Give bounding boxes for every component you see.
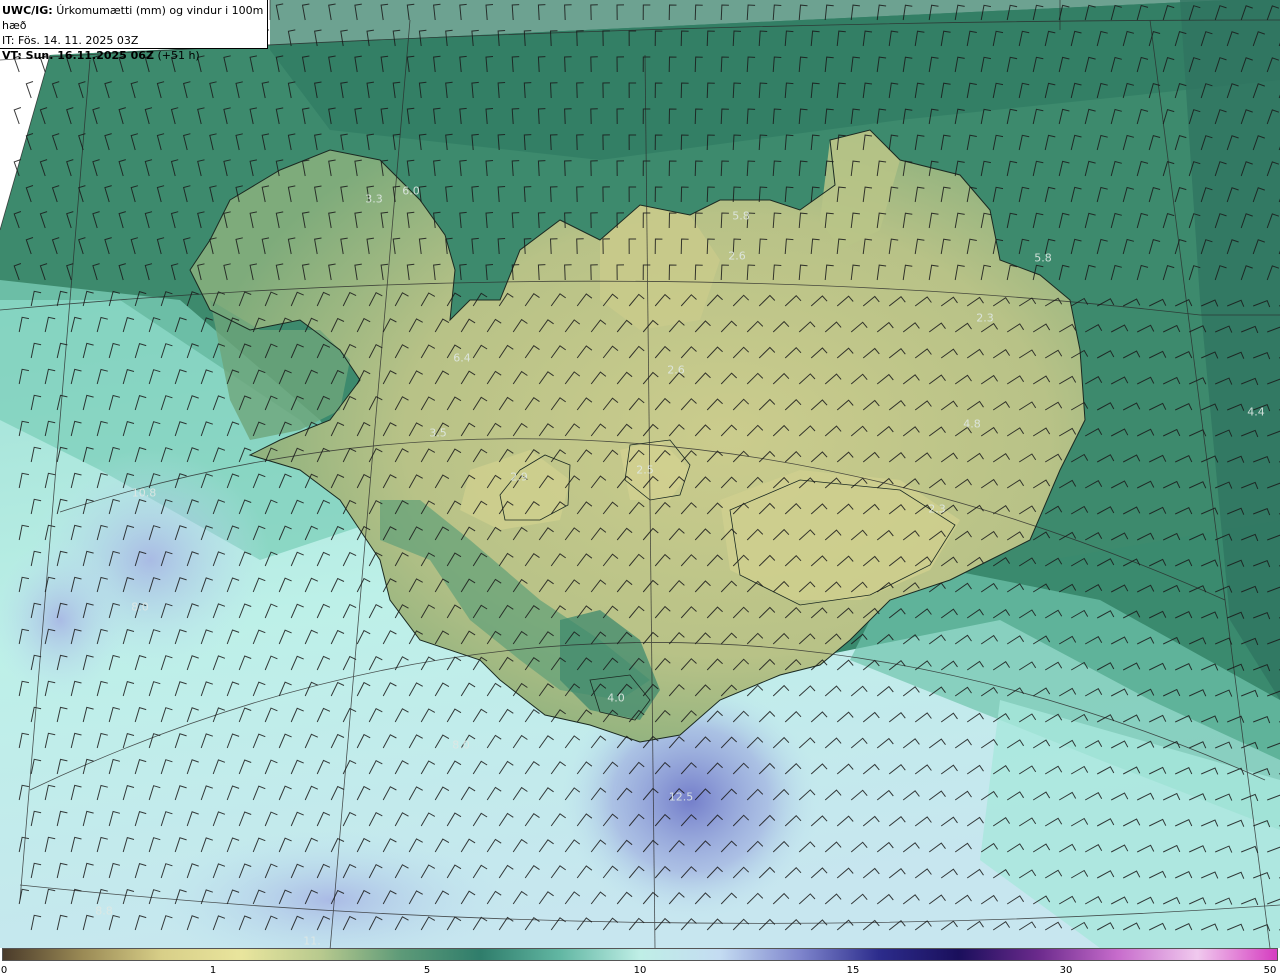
map-value-label: 11. — [303, 934, 321, 948]
legend-tick-label: 15 — [846, 965, 860, 976]
map-value-label: 6.0 — [402, 184, 420, 198]
map-value-label: 8.8 — [95, 904, 113, 918]
map-value-label: 8.0 — [131, 600, 149, 614]
legend-tick-label: 0 — [0, 965, 8, 976]
map-value-label: 10.8 — [131, 486, 157, 500]
map-value-label: 12.5 — [668, 790, 694, 804]
forecast-offset: (+51 h) — [157, 49, 200, 62]
color-legend-strip — [2, 948, 1278, 961]
map-value-label: 5.8 — [1034, 251, 1052, 265]
map-value-label: 2.5 — [636, 463, 654, 477]
map-info-box: UWC/IG: Úrkomumætti (mm) og vindur i 100… — [0, 0, 268, 62]
legend-tick-label: 50 — [1263, 965, 1277, 976]
map-value-label: 6.4 — [453, 351, 471, 365]
init-time: IT: Fös. 14. 11. 2025 03Z — [2, 34, 139, 47]
map-value-label: 2.3 — [976, 311, 994, 325]
map-value-label: 5.8 — [732, 209, 750, 223]
valid-time: VT: Sun. 16.11.2025 06Z — [2, 49, 154, 62]
map-value-label: 2.6 — [728, 249, 746, 263]
legend-tick-label: 1 — [209, 965, 217, 976]
map-value-label: 3.3 — [365, 192, 383, 206]
model-label: UWC/IG: — [2, 4, 53, 17]
color-legend: 0 1 5 10 15 30 50 — [0, 948, 1280, 978]
map-panel: 3.3 6.0 5.8 2.6 5.8 2.3 6.4 2.6 4.4 4.8 3.5 2.9 2.5 2… — [0, 0, 1280, 948]
map-value-label: 3.5 — [429, 426, 447, 440]
legend-tick-label: 10 — [633, 965, 647, 976]
map-value-label: 2.3 — [928, 502, 946, 516]
map-value-label: 8.0 — [452, 738, 470, 752]
map-value-label: 4.4 — [1247, 405, 1265, 419]
legend-tick-label: 30 — [1059, 965, 1073, 976]
map-value-label: 4.0 — [607, 691, 625, 705]
legend-tick-label: 5 — [423, 965, 431, 976]
map-value-label: 2.6 — [667, 363, 685, 377]
map-value-label: 2.9 — [510, 470, 528, 484]
map-value-label: 4.8 — [963, 417, 981, 431]
